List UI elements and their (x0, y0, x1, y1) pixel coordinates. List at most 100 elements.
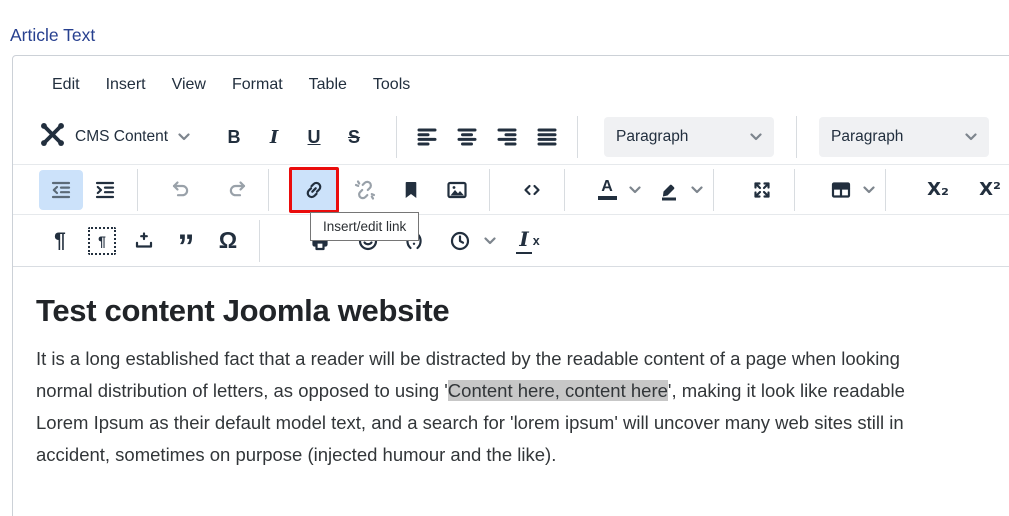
redo-icon (226, 178, 250, 202)
strikethrough-icon: S (348, 127, 360, 148)
unlink-button[interactable] (343, 170, 387, 210)
paragraph-style-dropdown[interactable]: Paragraph (819, 117, 989, 157)
anchor-button[interactable]: Ω (207, 221, 249, 261)
editor-content-area[interactable]: Test content Joomla website It is a long… (13, 267, 1009, 471)
outdent-button[interactable] (39, 170, 83, 210)
paragraph-format-value: Paragraph (616, 128, 688, 146)
unlink-icon (353, 178, 377, 202)
source-code-button[interactable] (510, 170, 554, 210)
toolbar-separator (577, 116, 578, 158)
bookmark-icon (399, 178, 423, 202)
chevron-down-icon (965, 128, 977, 146)
superscript-button[interactable]: X² (968, 170, 1009, 210)
underline-icon: U (308, 127, 321, 148)
table-icon (829, 178, 853, 202)
menu-view[interactable]: View (159, 72, 219, 98)
bold-button[interactable]: B (214, 117, 254, 157)
toolbar-separator (885, 169, 886, 211)
toolbar-separator (564, 169, 565, 211)
strikethrough-button[interactable]: S (334, 117, 374, 157)
visual-blocks-icon: ¶ (88, 227, 116, 255)
highlight-color-button[interactable] (649, 170, 689, 210)
bookmark-anchor-button[interactable] (389, 170, 433, 210)
undo-button[interactable] (158, 170, 202, 210)
blockquote-button[interactable]: ” (165, 221, 207, 261)
page-break-button[interactable] (123, 221, 165, 261)
chevron-down-icon[interactable] (691, 181, 703, 199)
toolbar-separator (137, 169, 138, 211)
align-justify-icon (535, 125, 559, 149)
paragraph-line: Lorem Ipsum as their default model text,… (36, 407, 1009, 439)
image-icon (445, 178, 469, 202)
insert-datetime-button[interactable] (438, 221, 482, 261)
clear-formatting-x: x (533, 234, 540, 248)
blockquote-icon: ” (178, 242, 195, 252)
editor-menubar: Edit Insert View Format Table Tools (13, 56, 1009, 110)
menu-table[interactable]: Table (296, 72, 360, 98)
pilcrow-icon: ¶ (54, 229, 66, 253)
content-heading: Test content Joomla website (36, 293, 1009, 329)
chevron-down-icon[interactable] (484, 232, 496, 250)
toolbar-separator (794, 169, 795, 211)
toolbar-separator (268, 169, 269, 211)
toolbar-separator (713, 169, 714, 211)
redo-button[interactable] (216, 170, 260, 210)
underline-button[interactable]: U (294, 117, 334, 157)
toolbar-row-3: ¶ ¶ ” Ω Ix (13, 214, 1009, 267)
paragraph-marks-button[interactable]: ¶ (39, 221, 81, 261)
toolbar-separator (489, 169, 490, 211)
outdent-icon (49, 178, 73, 202)
paragraph-line: accident, sometimes on purpose (injected… (36, 439, 1009, 471)
chevron-down-icon[interactable] (863, 181, 875, 199)
toolbar-separator (396, 116, 397, 158)
align-right-button[interactable] (487, 117, 527, 157)
paragraph-line: It is a long established fact that a rea… (36, 343, 1009, 375)
table-button[interactable] (821, 170, 861, 210)
align-center-button[interactable] (447, 117, 487, 157)
menu-edit[interactable]: Edit (39, 72, 93, 98)
paragraph-format-dropdown[interactable]: Paragraph (604, 117, 774, 157)
toolbar-row-1: CMS Content B I U S Paragraph Pa (13, 110, 1009, 164)
clock-icon (448, 229, 472, 253)
article-text-label: Article Text (10, 25, 95, 46)
insert-edit-link-button[interactable] (289, 167, 339, 213)
cms-content-button[interactable]: CMS Content (39, 121, 190, 153)
text-color-button[interactable]: A (587, 170, 627, 210)
superscript-icon: X² (979, 179, 1001, 200)
line-2-pre: normal distribution of letters, as oppos… (36, 380, 448, 401)
text-color-icon: A (601, 179, 613, 194)
italic-button[interactable]: I (254, 117, 294, 157)
align-justify-button[interactable] (527, 117, 567, 157)
subscript-button[interactable]: X₂ (916, 170, 960, 210)
highlighter-icon (657, 178, 681, 202)
bold-icon: B (228, 127, 241, 148)
align-left-button[interactable] (407, 117, 447, 157)
toolbar-row-2: A X₂ X² (13, 164, 1009, 214)
menu-format[interactable]: Format (219, 72, 296, 98)
menu-tools[interactable]: Tools (360, 72, 423, 98)
fullscreen-button[interactable] (740, 170, 784, 210)
clear-formatting-icon: I (516, 227, 531, 254)
pilcrow-small-icon: ¶ (98, 233, 106, 249)
chevron-down-icon[interactable] (629, 181, 641, 199)
italic-icon: I (270, 127, 278, 148)
insert-image-button[interactable] (435, 170, 479, 210)
line-2-post: ', making it look like readable (668, 380, 905, 401)
code-icon (520, 178, 544, 202)
chevron-down-icon (750, 128, 762, 146)
fullscreen-icon (750, 178, 774, 202)
align-left-icon (415, 125, 439, 149)
insert-edit-link-tooltip: Insert/edit link (310, 212, 419, 241)
clear-formatting-button[interactable]: Ix (506, 221, 550, 261)
indent-button[interactable] (83, 170, 127, 210)
link-icon (302, 178, 326, 202)
paragraph-style-value: Paragraph (831, 128, 903, 146)
undo-icon (168, 178, 192, 202)
visual-blocks-button[interactable]: ¶ (81, 221, 123, 261)
toolbar-separator (796, 116, 797, 158)
menu-insert[interactable]: Insert (93, 72, 159, 98)
paragraph-line: normal distribution of letters, as oppos… (36, 375, 1009, 407)
editor-container: Edit Insert View Format Table Tools CMS … (12, 55, 1009, 516)
chevron-down-icon (178, 128, 190, 146)
joomla-logo-icon (39, 121, 66, 153)
